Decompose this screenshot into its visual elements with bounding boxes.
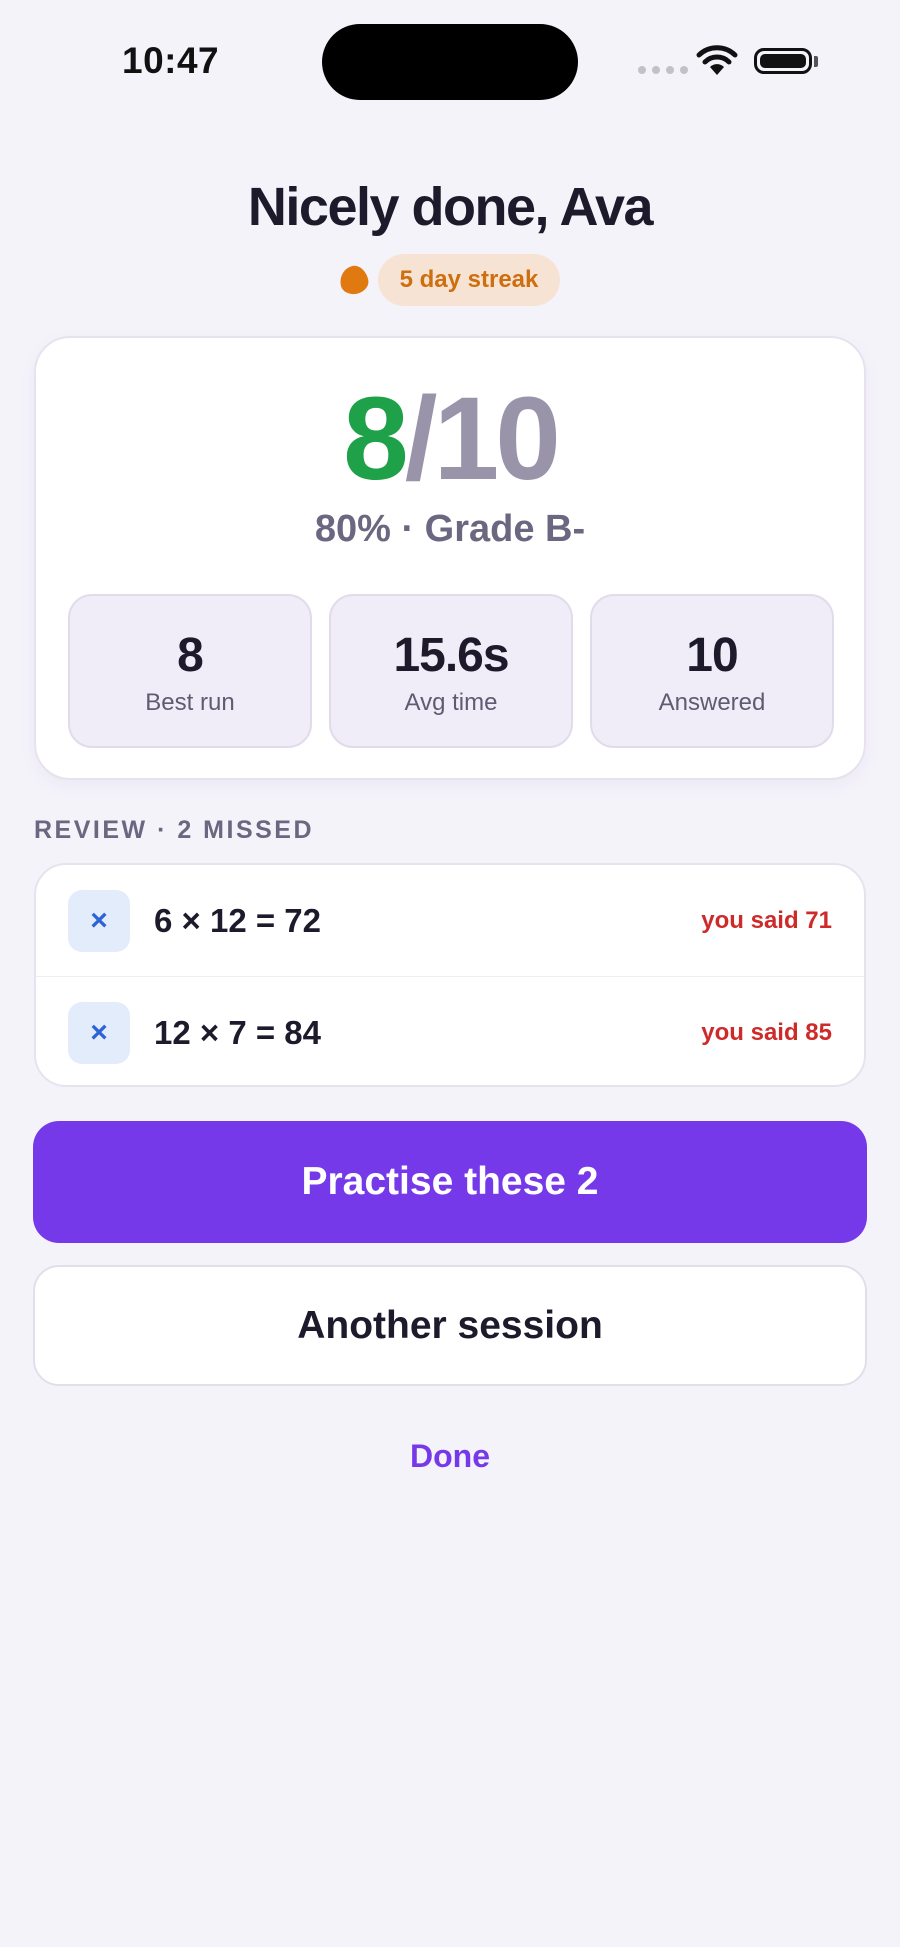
score-correct: 8 (343, 373, 409, 505)
review-heading: REVIEW · 2 MISSED (34, 816, 315, 844)
close-icon: × (68, 890, 130, 952)
status-time: 10:47 (122, 40, 220, 81)
done-link[interactable]: Done (0, 1438, 900, 1475)
streak-row: 5 day streak (0, 254, 900, 306)
stat-best-run: 8 Best run (68, 594, 312, 748)
score-separator: / (404, 373, 438, 505)
review-equation: 12 × 7 = 84 (154, 1013, 321, 1051)
practise-missed-button[interactable]: Practise these 2 (33, 1121, 867, 1243)
page-title: Nicely done, Ava (247, 177, 654, 237)
review-item[interactable]: × 12 × 7 = 84 you said 85 (36, 976, 864, 1085)
stat-label: Best run (145, 689, 235, 716)
score-total: 10 (433, 373, 561, 505)
streak-badge: 5 day streak (377, 254, 561, 306)
stat-label: Avg time (404, 689, 498, 716)
review-item[interactable]: × 6 × 12 = 72 you said 71 (36, 865, 864, 976)
another-session-button[interactable]: Another session (33, 1265, 867, 1386)
stat-value: 8 (177, 629, 204, 682)
stat-value: 15.6s (393, 629, 509, 682)
stat-answered: 10 Answered (590, 594, 834, 748)
dynamic-island (322, 24, 578, 100)
stats-row: 8 Best run 15.6s Avg time 10 Answered (68, 594, 834, 748)
battery-cap (814, 56, 818, 67)
review-you-said: you said 85 (701, 1018, 832, 1046)
close-icon: × (68, 1002, 130, 1064)
flame-icon (337, 263, 371, 297)
stat-value: 10 (686, 629, 738, 682)
review-list: × 6 × 12 = 72 you said 71 × 12 × 7 = 84 … (34, 863, 866, 1087)
score-summary: 80% · Grade B- (314, 508, 586, 550)
review-equation: 6 × 12 = 72 (154, 901, 321, 939)
score-display: 8/10 (36, 380, 864, 498)
stat-label: Answered (658, 689, 766, 716)
battery-icon (754, 48, 812, 74)
score-card: 8/10 80% · Grade B- 8 Best run 15.6s Avg… (34, 336, 866, 780)
review-you-said: you said 71 (701, 906, 832, 934)
wifi-icon (696, 45, 738, 75)
stat-avg-time: 15.6s Avg time (329, 594, 573, 748)
status-bar: 10:47 (0, 0, 900, 120)
cellular-signal-icon (638, 66, 688, 74)
